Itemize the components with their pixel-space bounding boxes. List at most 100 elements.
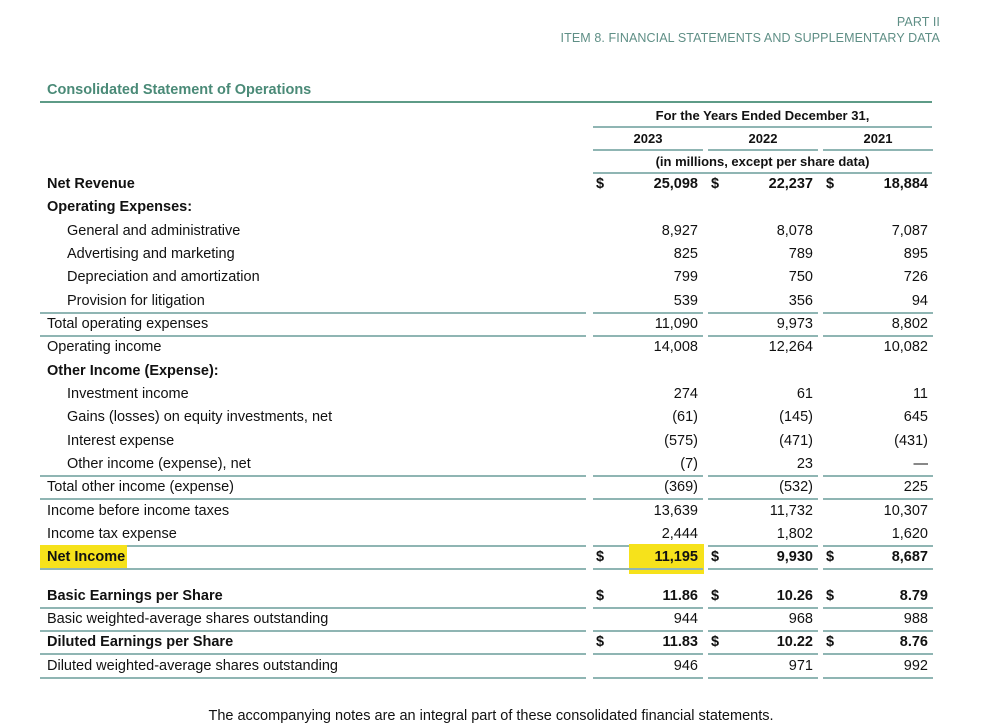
value-2021: 8,802 bbox=[891, 316, 928, 332]
value-2021: 10,082 bbox=[883, 339, 928, 355]
value-2023: 25,098 bbox=[653, 176, 698, 192]
row-label: Diluted weighted-average shares outstand… bbox=[47, 658, 338, 674]
row-label: Basic weighted-average shares outstandin… bbox=[47, 611, 329, 627]
item-label: ITEM 8. FINANCIAL STATEMENTS AND SUPPLEM… bbox=[560, 31, 940, 45]
period-header: For the Years Ended December 31, bbox=[655, 108, 870, 123]
value-2022: 22,237 bbox=[768, 176, 813, 192]
table-row: Basic weighted-average shares outstandin… bbox=[0, 608, 982, 632]
table-row: Other income (expense), net (7) 23 — bbox=[0, 453, 982, 477]
year-rule bbox=[823, 149, 933, 151]
currency-symbol: $ bbox=[826, 176, 835, 192]
year-2021-header: 2021 bbox=[863, 131, 893, 146]
table-row: Income tax expense 2,444 1,802 1,620 bbox=[0, 523, 982, 547]
value-2022: 11,732 bbox=[769, 503, 813, 519]
row-label: General and administrative bbox=[67, 223, 241, 239]
year-2023-header: 2023 bbox=[633, 131, 663, 146]
value-2022: 12,264 bbox=[768, 339, 813, 355]
value-2023: 11,195 bbox=[654, 549, 698, 565]
table-row: Net Income $11,195 $9,930 $8,687 bbox=[0, 544, 982, 574]
value-2023: (575) bbox=[664, 433, 698, 449]
column-rule bbox=[823, 677, 933, 679]
row-label: Advertising and marketing bbox=[67, 246, 235, 262]
value-2023: 11.83 bbox=[662, 634, 699, 650]
value-2023: 825 bbox=[673, 246, 698, 262]
value-2021: 7,087 bbox=[891, 223, 928, 239]
value-2022: 9,930 bbox=[776, 549, 813, 565]
value-2021: 992 bbox=[903, 658, 928, 674]
part-label: PART II bbox=[896, 15, 940, 29]
table-row: Interest expense (575) (471) (431) bbox=[0, 430, 982, 453]
row-label: Operating Expenses: bbox=[47, 199, 193, 215]
table-row: General and administrative 8,927 8,078 7,08… bbox=[0, 220, 982, 243]
row-label: Other income (expense), net bbox=[67, 456, 251, 472]
table-row: Diluted weighted-average shares outstand… bbox=[0, 655, 982, 679]
value-2023: 11.86 bbox=[662, 588, 699, 604]
table-row: Basic Earnings per Share $11.86 $10.26 $8.7… bbox=[0, 585, 982, 609]
value-2022: 356 bbox=[788, 293, 813, 309]
value-2022: 8,078 bbox=[776, 223, 813, 239]
table-row: Operating income 14,008 12,264 10,082 bbox=[0, 336, 982, 359]
row-label: Interest expense bbox=[67, 433, 175, 449]
value-2022: (532) bbox=[779, 479, 813, 495]
value-2021: 895 bbox=[903, 246, 928, 262]
row-label: Income tax expense bbox=[47, 526, 177, 542]
value-2023: 11,090 bbox=[654, 316, 698, 332]
value-2021: (431) bbox=[894, 433, 928, 449]
value-2023: 946 bbox=[673, 658, 698, 674]
value-2022: 1,802 bbox=[776, 526, 813, 542]
value-2021: 645 bbox=[903, 409, 928, 425]
table-row: Net Revenue $25,098 $22,237 $18,884 bbox=[0, 173, 982, 196]
row-label: Total other income (expense) bbox=[47, 479, 234, 495]
table-row: Income before income taxes 13,639 11,732 10… bbox=[0, 500, 982, 523]
statement-title: Consolidated Statement of Operations bbox=[47, 82, 312, 98]
value-2022: 971 bbox=[788, 658, 813, 674]
value-2023: 539 bbox=[673, 293, 698, 309]
currency-symbol: $ bbox=[596, 176, 605, 192]
table-row: Diluted Earnings per Share $11.83 $10.22 $8… bbox=[0, 631, 982, 655]
column-rule bbox=[593, 568, 703, 570]
value-2022: (145) bbox=[779, 409, 813, 425]
value-2021: 988 bbox=[903, 611, 928, 627]
value-2023: 274 bbox=[673, 386, 698, 402]
column-rule bbox=[708, 568, 818, 570]
value-2022: 10.26 bbox=[776, 588, 813, 604]
value-2022: 9,973 bbox=[776, 316, 813, 332]
value-2022: (471) bbox=[779, 433, 813, 449]
table-row: Investment income 274 61 11 bbox=[0, 383, 982, 406]
value-2023: 799 bbox=[673, 269, 698, 285]
row-label: Net Revenue bbox=[47, 176, 135, 192]
table-row: Advertising and marketing 825 789 895 bbox=[0, 243, 982, 266]
row-label: Total operating expenses bbox=[47, 316, 209, 332]
value-2021: 11 bbox=[912, 386, 928, 402]
value-2021: 8,687 bbox=[891, 549, 928, 565]
row-label: Diluted Earnings per Share bbox=[47, 634, 234, 650]
value-2021: 18,884 bbox=[883, 176, 928, 192]
value-2021: 8.76 bbox=[899, 634, 928, 650]
column-rule bbox=[823, 568, 933, 570]
value-2022: 23 bbox=[796, 456, 813, 472]
currency-symbol: $ bbox=[596, 549, 605, 565]
value-2022: 968 bbox=[788, 611, 813, 627]
value-2021: 10,307 bbox=[883, 503, 928, 519]
table-row: Gains (losses) on equity investments, ne… bbox=[0, 406, 982, 429]
value-2023: 944 bbox=[673, 611, 698, 627]
column-rule bbox=[593, 677, 703, 679]
table-row: Total operating expenses 11,090 9,973 8,802 bbox=[0, 313, 982, 337]
value-2023: (61) bbox=[672, 409, 698, 425]
value-2023: 13,639 bbox=[653, 503, 698, 519]
value-2021: 726 bbox=[903, 269, 928, 285]
table-row: Operating Expenses: bbox=[0, 196, 982, 219]
table-row: Other Income (Expense): bbox=[0, 360, 982, 383]
value-2022: 789 bbox=[788, 246, 813, 262]
period-header-rule bbox=[593, 126, 932, 128]
title-rule bbox=[40, 101, 932, 103]
currency-symbol: $ bbox=[826, 549, 835, 565]
table-row: Depreciation and amortization 799 750 726 bbox=[0, 266, 982, 289]
value-2022: 10.22 bbox=[776, 634, 813, 650]
row-rule bbox=[40, 677, 586, 679]
value-2021: 225 bbox=[903, 479, 928, 495]
value-2021: 94 bbox=[911, 293, 928, 309]
value-2021: 8.79 bbox=[899, 588, 928, 604]
value-2023: 14,008 bbox=[653, 339, 698, 355]
row-label: Operating income bbox=[47, 339, 162, 355]
